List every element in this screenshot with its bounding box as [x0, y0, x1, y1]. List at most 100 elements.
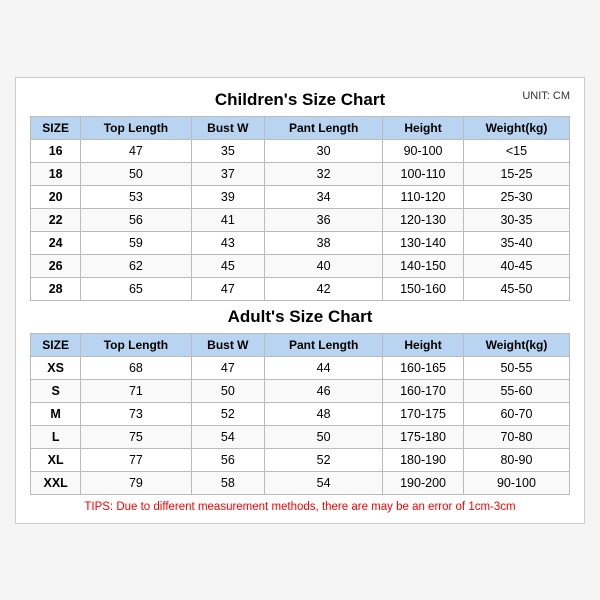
table-cell: 40-45 — [463, 254, 569, 277]
table-row: L755450175-18070-80 — [31, 425, 570, 448]
table-cell: 45 — [191, 254, 265, 277]
table-row: XL775652180-19080-90 — [31, 448, 570, 471]
table-cell: 54 — [265, 471, 383, 494]
table-cell: 40 — [265, 254, 383, 277]
children-header-row: SIZE Top Length Bust W Pant Length Heigh… — [31, 116, 570, 139]
table-cell: XS — [31, 356, 81, 379]
table-cell: 180-190 — [383, 448, 464, 471]
table-cell: 22 — [31, 208, 81, 231]
adults-col-bust: Bust W — [191, 333, 265, 356]
table-cell: 77 — [81, 448, 191, 471]
table-cell: 35-40 — [463, 231, 569, 254]
table-row: 28654742150-16045-50 — [31, 277, 570, 300]
table-cell: 16 — [31, 139, 81, 162]
table-cell: 52 — [265, 448, 383, 471]
children-col-top-length: Top Length — [81, 116, 191, 139]
table-cell: M — [31, 402, 81, 425]
children-col-size: SIZE — [31, 116, 81, 139]
table-cell: 50 — [191, 379, 265, 402]
table-cell: 150-160 — [383, 277, 464, 300]
table-cell: 59 — [81, 231, 191, 254]
children-col-weight: Weight(kg) — [463, 116, 569, 139]
table-cell: 50 — [265, 425, 383, 448]
table-cell: 30-35 — [463, 208, 569, 231]
table-cell: 120-130 — [383, 208, 464, 231]
table-cell: 68 — [81, 356, 191, 379]
table-cell: 18 — [31, 162, 81, 185]
title-row: Children's Size Chart UNIT: CM — [30, 90, 570, 110]
table-cell: 39 — [191, 185, 265, 208]
table-cell: <15 — [463, 139, 569, 162]
unit-label: UNIT: CM — [522, 90, 570, 102]
table-cell: 44 — [265, 356, 383, 379]
table-row: 24594338130-14035-40 — [31, 231, 570, 254]
table-cell: 26 — [31, 254, 81, 277]
table-cell: 90-100 — [383, 139, 464, 162]
table-cell: 160-165 — [383, 356, 464, 379]
table-cell: 53 — [81, 185, 191, 208]
table-cell: 25-30 — [463, 185, 569, 208]
table-cell: 20 — [31, 185, 81, 208]
table-cell: 190-200 — [383, 471, 464, 494]
table-cell: 48 — [265, 402, 383, 425]
tips-text: TIPS: Due to different measurement metho… — [30, 501, 570, 513]
table-cell: 71 — [81, 379, 191, 402]
adults-col-size: SIZE — [31, 333, 81, 356]
table-cell: 140-150 — [383, 254, 464, 277]
table-cell: 45-50 — [463, 277, 569, 300]
children-col-bust: Bust W — [191, 116, 265, 139]
table-cell: 75 — [81, 425, 191, 448]
adults-thead: SIZE Top Length Bust W Pant Length Heigh… — [31, 333, 570, 356]
table-cell: 15-25 — [463, 162, 569, 185]
table-row: 18503732100-11015-25 — [31, 162, 570, 185]
main-title: Children's Size Chart — [215, 90, 385, 110]
table-cell: 36 — [265, 208, 383, 231]
table-row: 26624540140-15040-45 — [31, 254, 570, 277]
table-cell: 79 — [81, 471, 191, 494]
table-cell: 56 — [81, 208, 191, 231]
table-cell: 43 — [191, 231, 265, 254]
table-cell: 80-90 — [463, 448, 569, 471]
table-cell: 50 — [81, 162, 191, 185]
table-cell: 130-140 — [383, 231, 464, 254]
table-cell: 110-120 — [383, 185, 464, 208]
table-cell: 52 — [191, 402, 265, 425]
children-table: SIZE Top Length Bust W Pant Length Heigh… — [30, 116, 570, 301]
adults-col-top-length: Top Length — [81, 333, 191, 356]
children-thead: SIZE Top Length Bust W Pant Length Heigh… — [31, 116, 570, 139]
adults-col-height: Height — [383, 333, 464, 356]
table-cell: 24 — [31, 231, 81, 254]
adults-tbody: XS684744160-16550-55S715046160-17055-60M… — [31, 356, 570, 494]
table-cell: 30 — [265, 139, 383, 162]
table-cell: 58 — [191, 471, 265, 494]
table-cell: 60-70 — [463, 402, 569, 425]
table-cell: 90-100 — [463, 471, 569, 494]
table-cell: 38 — [265, 231, 383, 254]
adults-title-row: Adult's Size Chart — [30, 307, 570, 327]
table-cell: 100-110 — [383, 162, 464, 185]
table-cell: L — [31, 425, 81, 448]
table-cell: XL — [31, 448, 81, 471]
table-row: S715046160-17055-60 — [31, 379, 570, 402]
table-cell: 160-170 — [383, 379, 464, 402]
table-row: 1647353090-100<15 — [31, 139, 570, 162]
table-cell: 54 — [191, 425, 265, 448]
table-cell: 56 — [191, 448, 265, 471]
table-cell: 28 — [31, 277, 81, 300]
adults-header-row: SIZE Top Length Bust W Pant Length Heigh… — [31, 333, 570, 356]
table-row: M735248170-17560-70 — [31, 402, 570, 425]
table-cell: 47 — [191, 356, 265, 379]
table-row: XXL795854190-20090-100 — [31, 471, 570, 494]
table-cell: 73 — [81, 402, 191, 425]
table-cell: 175-180 — [383, 425, 464, 448]
table-cell: 41 — [191, 208, 265, 231]
table-cell: 47 — [81, 139, 191, 162]
table-cell: 55-60 — [463, 379, 569, 402]
adults-col-weight: Weight(kg) — [463, 333, 569, 356]
chart-container: Children's Size Chart UNIT: CM SIZE Top … — [15, 77, 585, 524]
children-col-pant: Pant Length — [265, 116, 383, 139]
table-row: XS684744160-16550-55 — [31, 356, 570, 379]
table-cell: 70-80 — [463, 425, 569, 448]
adults-title: Adult's Size Chart — [228, 307, 373, 327]
children-col-height: Height — [383, 116, 464, 139]
